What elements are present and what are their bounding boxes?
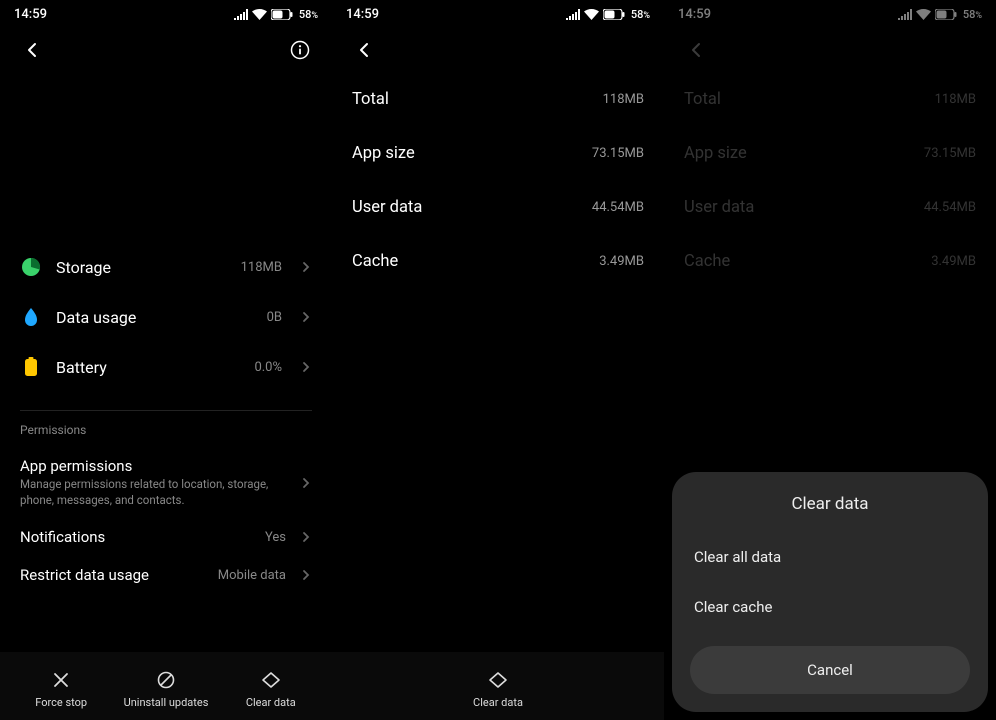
- chevron-right-icon: [300, 477, 312, 489]
- restrict-value: Mobile data: [218, 568, 286, 583]
- back-button[interactable]: [350, 36, 378, 64]
- chevron-right-icon: [300, 531, 312, 543]
- prohibit-icon: [154, 668, 178, 692]
- screen-storage-with-dialog: 14:59 58% Total 118MB App size 73.15MB: [664, 0, 996, 720]
- battery-icon: [271, 9, 293, 20]
- status-time: 14:59: [346, 7, 379, 22]
- row-battery-label: Battery: [56, 358, 240, 377]
- row-data-usage-value: 0B: [267, 310, 282, 325]
- restrict-title: Restrict data usage: [20, 566, 208, 584]
- row-cache: Cache 3.49MB: [684, 234, 976, 288]
- row-app-size: App size 73.15MB: [684, 126, 976, 180]
- chevron-right-icon: [300, 311, 312, 323]
- chevron-right-icon: [300, 569, 312, 581]
- row-data-usage-label: Data usage: [56, 308, 253, 327]
- clear-data-button[interactable]: Clear data: [458, 668, 538, 709]
- back-button[interactable]: [682, 36, 710, 64]
- status-bar: 14:59 58%: [0, 0, 332, 28]
- bottom-bar: Force stop Uninstall updates Clear data: [0, 652, 332, 720]
- sheet-cancel-button[interactable]: Cancel: [690, 646, 970, 694]
- row-user-data: User data 44.54MB: [684, 180, 976, 234]
- top-bar: [332, 28, 664, 72]
- row-storage-value: 118MB: [241, 260, 282, 275]
- chevron-right-icon: [300, 361, 312, 373]
- notifications-value: Yes: [265, 530, 286, 545]
- eraser-icon: [486, 668, 510, 692]
- row-user-data: User data 44.54MB: [352, 180, 644, 234]
- droplet-icon: [20, 306, 42, 328]
- signal-icon: [566, 9, 580, 20]
- sheet-option-clear-cache[interactable]: Clear cache: [690, 582, 970, 632]
- app-permissions-subtitle: Manage permissions related to location, …: [20, 477, 290, 508]
- chevron-right-icon: [300, 261, 312, 273]
- pie-chart-icon: [20, 256, 42, 278]
- row-storage[interactable]: Storage 118MB: [20, 242, 312, 292]
- row-total: Total 118MB: [684, 72, 976, 126]
- row-cache: Cache 3.49MB: [352, 234, 644, 288]
- signal-icon: [898, 9, 912, 20]
- section-header-permissions: Permissions: [20, 423, 312, 437]
- wifi-icon: [252, 9, 267, 20]
- row-total: Total 118MB: [352, 72, 644, 126]
- wifi-icon: [584, 9, 599, 20]
- top-bar: [664, 28, 996, 72]
- status-bar: 14:59 58%: [664, 0, 996, 28]
- clear-data-button[interactable]: Clear data: [231, 668, 311, 709]
- row-battery[interactable]: Battery 0.0%: [20, 342, 312, 392]
- bottom-bar: Clear data: [332, 652, 664, 720]
- status-time: 14:59: [14, 7, 47, 22]
- divider: [20, 410, 312, 411]
- row-battery-value: 0.0%: [254, 360, 282, 375]
- row-app-size: App size 73.15MB: [352, 126, 644, 180]
- battery-icon: [603, 9, 625, 20]
- battery-percent: 58%: [963, 8, 982, 21]
- sheet-title: Clear data: [690, 494, 970, 514]
- top-bar: [0, 28, 332, 72]
- battery-percent: 58%: [631, 8, 650, 21]
- signal-icon: [234, 9, 248, 20]
- notifications-title: Notifications: [20, 528, 255, 546]
- info-button[interactable]: [286, 36, 314, 64]
- screen-storage-detail: 14:59 58% Total 118MB App size 73.15MB: [332, 0, 664, 720]
- row-data-usage[interactable]: Data usage 0B: [20, 292, 312, 342]
- screen-app-info: 14:59 58% Storage: [0, 0, 332, 720]
- force-stop-button[interactable]: Force stop: [21, 668, 101, 709]
- eraser-icon: [259, 668, 283, 692]
- status-time: 14:59: [678, 7, 711, 22]
- clear-data-sheet: Clear data Clear all data Clear cache Ca…: [672, 472, 988, 712]
- uninstall-updates-button[interactable]: Uninstall updates: [124, 668, 209, 709]
- sheet-option-clear-all[interactable]: Clear all data: [690, 532, 970, 582]
- battery-icon: [935, 9, 957, 20]
- back-button[interactable]: [18, 36, 46, 64]
- status-bar: 14:59 58%: [332, 0, 664, 28]
- close-icon: [49, 668, 73, 692]
- row-restrict-data[interactable]: Restrict data usage Mobile data: [20, 556, 312, 594]
- battery-percent: 58%: [299, 8, 318, 21]
- row-app-permissions[interactable]: App permissions Manage permissions relat…: [20, 447, 312, 518]
- battery-vertical-icon: [20, 356, 42, 378]
- row-notifications[interactable]: Notifications Yes: [20, 518, 312, 556]
- row-storage-label: Storage: [56, 258, 227, 277]
- wifi-icon: [916, 9, 931, 20]
- app-permissions-title: App permissions: [20, 457, 290, 475]
